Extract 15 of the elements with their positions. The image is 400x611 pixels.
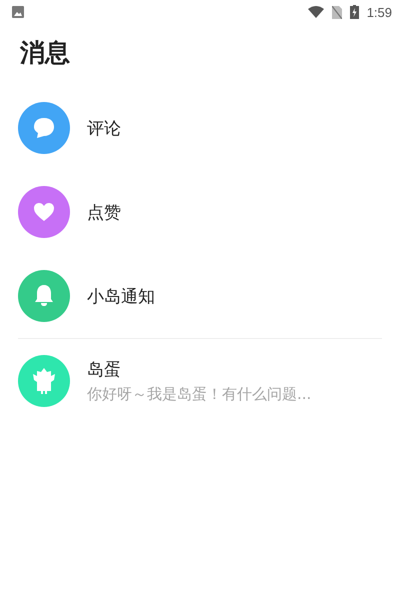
message-item[interactable]: 评论 (0, 86, 400, 170)
message-item[interactable]: 点赞 (0, 170, 400, 254)
item-label: 评论 (87, 118, 121, 140)
item-label: 岛蛋 (87, 359, 122, 381)
image-icon (12, 6, 24, 18)
battery-icon (350, 5, 359, 19)
wifi-icon (308, 6, 324, 18)
message-item[interactable]: 小岛通知 (0, 254, 400, 338)
item-label: 小岛通知 (87, 286, 155, 308)
no-sim-icon (332, 6, 342, 18)
clock-time: 1:59 (366, 4, 392, 20)
message-preview: 你好呀～我是岛蛋！有什么问题... (87, 385, 312, 404)
page-title: 消息 (20, 37, 71, 69)
message-item[interactable]: 岛蛋 你好呀～我是岛蛋！有什么问题... (0, 339, 400, 423)
item-label: 点赞 (87, 202, 121, 224)
